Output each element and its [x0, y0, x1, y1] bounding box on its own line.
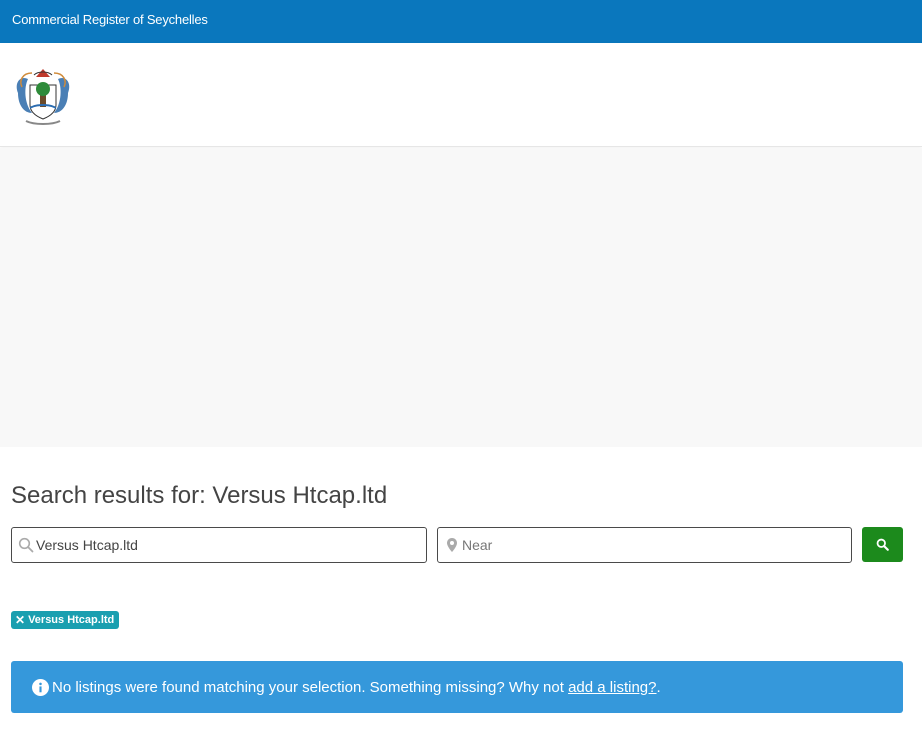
keyword-input[interactable] [36, 528, 420, 562]
no-results-notice: No listings were found matching your sel… [11, 661, 903, 713]
top-bar: Commercial Register of Seychelles [0, 0, 922, 43]
notice-text: No listings were found matching your sel… [52, 678, 661, 696]
search-icon [876, 538, 889, 551]
site-name-link[interactable]: Commercial Register of Seychelles [12, 12, 208, 27]
location-search-field[interactable] [437, 527, 852, 563]
info-icon [32, 678, 49, 696]
active-filter-chip[interactable]: ✕ Versus Htcap.ltd [11, 611, 120, 629]
close-icon[interactable]: ✕ [15, 614, 25, 626]
search-submit-button[interactable] [862, 527, 903, 562]
map-pin-icon [447, 538, 457, 552]
filter-chip-label: Versus Htcap.ltd [28, 614, 115, 626]
page-title: Search results for: Versus Htcap.ltd [11, 482, 388, 509]
location-input[interactable] [462, 528, 845, 562]
add-listing-link[interactable]: add a listing? [568, 679, 656, 696]
keyword-search-field[interactable] [11, 527, 427, 563]
site-header [0, 43, 922, 147]
search-icon [18, 537, 34, 553]
hero-banner [0, 148, 922, 447]
seychelles-coat-of-arms-icon[interactable] [10, 63, 76, 129]
